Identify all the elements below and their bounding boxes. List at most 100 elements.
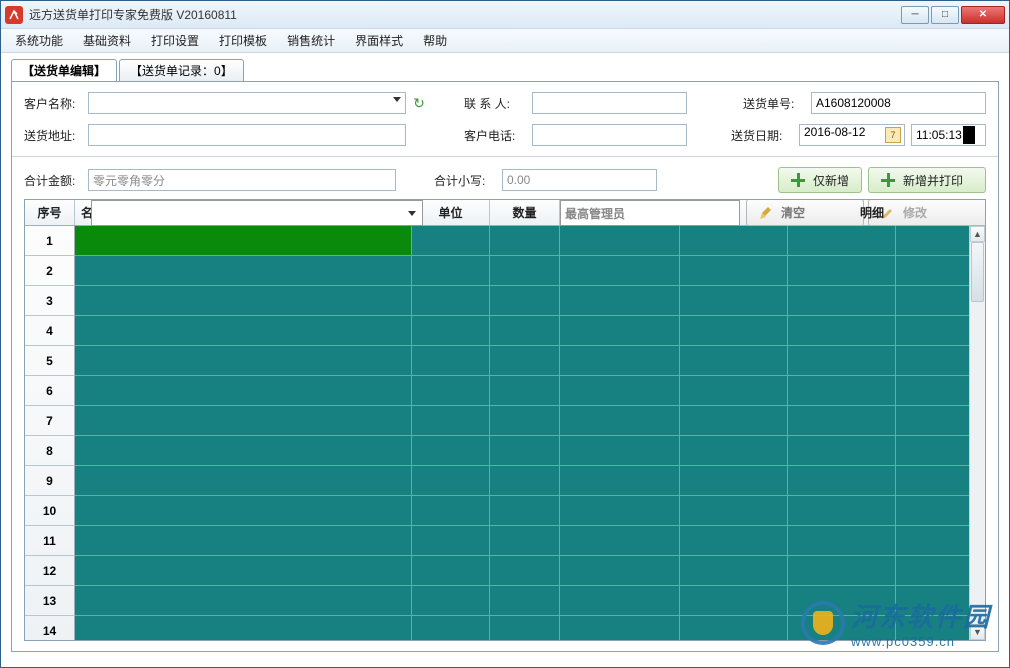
total-num-input[interactable]	[502, 169, 657, 191]
total-cn-input[interactable]	[88, 169, 396, 191]
maximize-button[interactable]: □	[931, 6, 959, 24]
menu-salesstats[interactable]: 销售统计	[277, 32, 345, 49]
tab-records[interactable]: 【送货单记录：0】	[119, 59, 244, 81]
cell[interactable]	[490, 256, 560, 285]
cell[interactable]	[788, 406, 896, 435]
cell[interactable]	[680, 436, 788, 465]
cell[interactable]	[788, 376, 896, 405]
add-print-button[interactable]: 新增并打印	[868, 167, 986, 193]
cell[interactable]	[490, 226, 560, 255]
cell[interactable]	[680, 406, 788, 435]
cell[interactable]	[490, 286, 560, 315]
table-row[interactable]	[75, 376, 985, 406]
cell[interactable]	[490, 526, 560, 555]
menu-printsettings[interactable]: 打印设置	[141, 32, 209, 49]
cell[interactable]	[788, 226, 896, 255]
cell[interactable]	[75, 376, 412, 405]
vertical-scrollbar[interactable]: ▲ ▼	[969, 226, 985, 640]
grid-cells[interactable]	[75, 226, 985, 641]
cell[interactable]	[560, 286, 680, 315]
cell[interactable]	[412, 556, 490, 585]
cell[interactable]	[560, 466, 680, 495]
cell[interactable]	[680, 226, 788, 255]
phone-input[interactable]	[532, 124, 687, 146]
cell[interactable]	[560, 496, 680, 525]
admin-overlay-input[interactable]: 最高管理员	[560, 200, 740, 226]
table-row[interactable]	[75, 346, 985, 376]
cell[interactable]	[680, 616, 788, 641]
cell[interactable]	[490, 586, 560, 615]
cell[interactable]	[75, 316, 412, 345]
cell[interactable]	[560, 376, 680, 405]
menu-system[interactable]: 系统功能	[5, 32, 73, 49]
scroll-up-icon[interactable]: ▲	[970, 226, 985, 242]
table-row[interactable]	[75, 256, 985, 286]
refresh-icon[interactable]: ↻	[412, 96, 426, 110]
menu-printtemplate[interactable]: 打印模板	[209, 32, 277, 49]
cell[interactable]	[680, 286, 788, 315]
cell[interactable]	[560, 316, 680, 345]
table-row[interactable]	[75, 316, 985, 346]
cell[interactable]	[75, 586, 412, 615]
row-number[interactable]: 12	[25, 556, 75, 586]
table-row[interactable]	[75, 496, 985, 526]
cell[interactable]	[490, 466, 560, 495]
header-seq[interactable]: 序号	[25, 200, 75, 225]
cell[interactable]	[75, 526, 412, 555]
cell[interactable]	[490, 406, 560, 435]
cell[interactable]	[412, 436, 490, 465]
cell[interactable]	[490, 496, 560, 525]
name-cell-dropdown[interactable]	[91, 200, 423, 226]
cell[interactable]	[412, 316, 490, 345]
row-number[interactable]: 5	[25, 346, 75, 376]
cell[interactable]	[788, 436, 896, 465]
cell[interactable]	[560, 226, 680, 255]
cell[interactable]	[75, 466, 412, 495]
contact-input[interactable]	[532, 92, 687, 114]
cell[interactable]	[412, 256, 490, 285]
cell[interactable]	[490, 376, 560, 405]
cell[interactable]	[412, 496, 490, 525]
cell[interactable]	[680, 466, 788, 495]
cell[interactable]	[412, 526, 490, 555]
row-number[interactable]: 13	[25, 586, 75, 616]
cell[interactable]	[75, 496, 412, 525]
cell[interactable]	[560, 436, 680, 465]
delivery-date-input[interactable]: 2016-08-12 7	[799, 124, 905, 146]
clear-button[interactable]: 清空	[746, 199, 864, 226]
cell[interactable]	[75, 286, 412, 315]
scroll-down-icon[interactable]: ▼	[970, 624, 985, 640]
header-qty[interactable]: 数量	[490, 200, 560, 225]
cell[interactable]	[560, 586, 680, 615]
table-row[interactable]	[75, 556, 985, 586]
cell[interactable]	[75, 406, 412, 435]
table-row[interactable]	[75, 436, 985, 466]
cell[interactable]	[412, 286, 490, 315]
customer-name-combo[interactable]	[88, 92, 406, 114]
cell[interactable]	[75, 616, 412, 641]
cell[interactable]	[680, 316, 788, 345]
header-unit[interactable]: 单位	[412, 200, 490, 225]
cell[interactable]	[75, 226, 412, 255]
table-row[interactable]	[75, 526, 985, 556]
menu-help[interactable]: 帮助	[413, 32, 457, 49]
menu-basedata[interactable]: 基础资料	[73, 32, 141, 49]
cell[interactable]	[788, 496, 896, 525]
cell[interactable]	[680, 256, 788, 285]
cell[interactable]	[680, 346, 788, 375]
cell[interactable]	[788, 346, 896, 375]
menu-uistyle[interactable]: 界面样式	[345, 32, 413, 49]
cell[interactable]	[788, 256, 896, 285]
cell[interactable]	[412, 226, 490, 255]
cell[interactable]	[75, 346, 412, 375]
row-number[interactable]: 10	[25, 496, 75, 526]
table-row[interactable]	[75, 406, 985, 436]
table-row[interactable]	[75, 286, 985, 316]
row-number[interactable]: 4	[25, 316, 75, 346]
table-row[interactable]	[75, 586, 985, 616]
tab-edit[interactable]: 【送货单编辑】	[11, 59, 117, 81]
cell[interactable]	[680, 496, 788, 525]
close-button[interactable]: ✕	[961, 6, 1005, 24]
cell[interactable]	[490, 346, 560, 375]
row-number[interactable]: 7	[25, 406, 75, 436]
